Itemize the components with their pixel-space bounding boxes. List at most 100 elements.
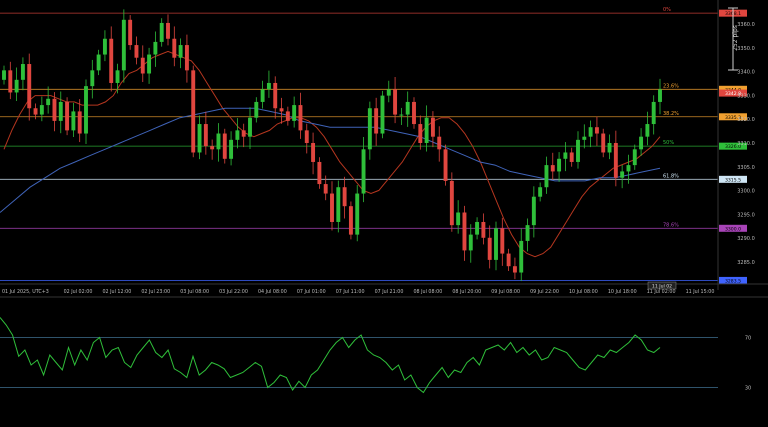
candle-body[interactable] — [418, 124, 423, 143]
candle-body[interactable] — [229, 139, 234, 159]
candle-body[interactable] — [576, 139, 580, 162]
candle-body[interactable] — [651, 101, 656, 125]
candle-body[interactable] — [166, 22, 170, 39]
candle-body[interactable] — [266, 82, 271, 90]
candle-body[interactable] — [462, 212, 467, 251]
candle-body[interactable] — [248, 117, 252, 137]
candle-body[interactable] — [33, 108, 38, 115]
candle-body[interactable] — [481, 221, 486, 238]
candle-body[interactable] — [380, 95, 385, 134]
candle-body[interactable] — [563, 152, 568, 159]
candle-body[interactable] — [90, 70, 95, 87]
candle-body[interactable] — [210, 146, 215, 150]
candle-body[interactable] — [96, 54, 101, 71]
candle-body[interactable] — [374, 108, 379, 134]
candle-body[interactable] — [235, 130, 240, 140]
candle-body[interactable] — [386, 89, 391, 96]
candle-body[interactable] — [645, 124, 650, 137]
candle-body[interactable] — [121, 19, 126, 71]
candle-body[interactable] — [273, 82, 278, 109]
candle-body[interactable] — [487, 237, 492, 260]
candle-body[interactable] — [71, 111, 76, 131]
candle-body[interactable] — [367, 108, 372, 150]
candle-body[interactable] — [153, 41, 158, 55]
candle-body[interactable] — [475, 221, 480, 235]
candle-body[interactable] — [544, 165, 549, 188]
candle-body[interactable] — [52, 98, 57, 121]
candle-body[interactable] — [531, 196, 536, 226]
candle-body[interactable] — [550, 165, 555, 172]
candle-body[interactable] — [147, 54, 152, 74]
candle-body[interactable] — [58, 101, 63, 121]
candle-body[interactable] — [538, 187, 543, 197]
candle-body[interactable] — [20, 64, 25, 80]
candle-body[interactable] — [336, 187, 341, 222]
candle-body[interactable] — [658, 89, 662, 102]
candle-body[interactable] — [311, 143, 316, 162]
candle-body[interactable] — [613, 143, 618, 178]
candle-body[interactable] — [140, 57, 145, 74]
candle-body[interactable] — [449, 180, 454, 226]
candle-body[interactable] — [506, 253, 511, 267]
candle-body[interactable] — [39, 105, 44, 115]
candle-body[interactable] — [65, 101, 70, 131]
candle-body[interactable] — [84, 86, 88, 134]
candle-body[interactable] — [525, 225, 530, 241]
candle-body[interactable] — [361, 149, 366, 194]
candle-body[interactable] — [128, 19, 133, 46]
candle-body[interactable] — [298, 105, 303, 131]
candle-body[interactable] — [430, 117, 435, 137]
candle-body[interactable] — [494, 228, 498, 260]
candle-body[interactable] — [342, 187, 347, 207]
candle-body[interactable] — [412, 101, 416, 125]
candle-body[interactable] — [285, 111, 290, 121]
candle-body[interactable] — [632, 149, 637, 166]
candle-body[interactable] — [424, 117, 429, 143]
candle-body[interactable] — [317, 161, 322, 185]
candle-body[interactable] — [159, 22, 164, 42]
candle-body[interactable] — [399, 114, 404, 116]
candle-body[interactable] — [2, 70, 6, 80]
candle-body[interactable] — [323, 184, 328, 194]
candle-body[interactable] — [569, 152, 574, 162]
price-chart[interactable]: 0%3368.123.6%3344.038.2%3335.350%3326.06… — [0, 0, 768, 427]
candle-body[interactable] — [191, 70, 196, 153]
candle-body[interactable] — [46, 98, 51, 106]
candle-body[interactable] — [178, 45, 183, 58]
candle-body[interactable] — [468, 234, 473, 251]
candle-body[interactable] — [115, 70, 120, 83]
candle-body[interactable] — [443, 149, 448, 181]
candle-body[interactable] — [292, 105, 297, 121]
candle-body[interactable] — [279, 108, 284, 112]
candle-body[interactable] — [254, 101, 259, 118]
candle-body[interactable] — [348, 206, 353, 235]
candle-body[interactable] — [241, 130, 246, 137]
candle-body[interactable] — [222, 133, 227, 159]
candle-body[interactable] — [594, 127, 599, 134]
candle-body[interactable] — [216, 133, 221, 150]
candle-body[interactable] — [109, 38, 114, 83]
candle-body[interactable] — [626, 165, 631, 172]
candle-body[interactable] — [620, 171, 625, 178]
candle-body[interactable] — [102, 38, 107, 55]
candle-body[interactable] — [588, 127, 593, 137]
candle-body[interactable] — [304, 130, 309, 143]
candle-body[interactable] — [582, 136, 587, 140]
candle-body[interactable] — [172, 38, 177, 58]
candle-body[interactable] — [260, 89, 265, 102]
candle-body[interactable] — [512, 266, 517, 273]
candle-body[interactable] — [203, 124, 208, 147]
candle-body[interactable] — [557, 158, 562, 172]
candle-body[interactable] — [27, 64, 32, 109]
candle-body[interactable] — [393, 89, 398, 115]
candle-body[interactable] — [607, 143, 612, 153]
candle-body[interactable] — [8, 70, 13, 93]
candle-body[interactable] — [184, 45, 189, 71]
candle-body[interactable] — [601, 133, 606, 153]
candle-body[interactable] — [14, 79, 19, 93]
candle-body[interactable] — [437, 136, 442, 150]
candle-body[interactable] — [355, 193, 360, 235]
candle-body[interactable] — [134, 45, 139, 58]
candle-body[interactable] — [639, 136, 644, 150]
candle-body[interactable] — [519, 240, 524, 273]
